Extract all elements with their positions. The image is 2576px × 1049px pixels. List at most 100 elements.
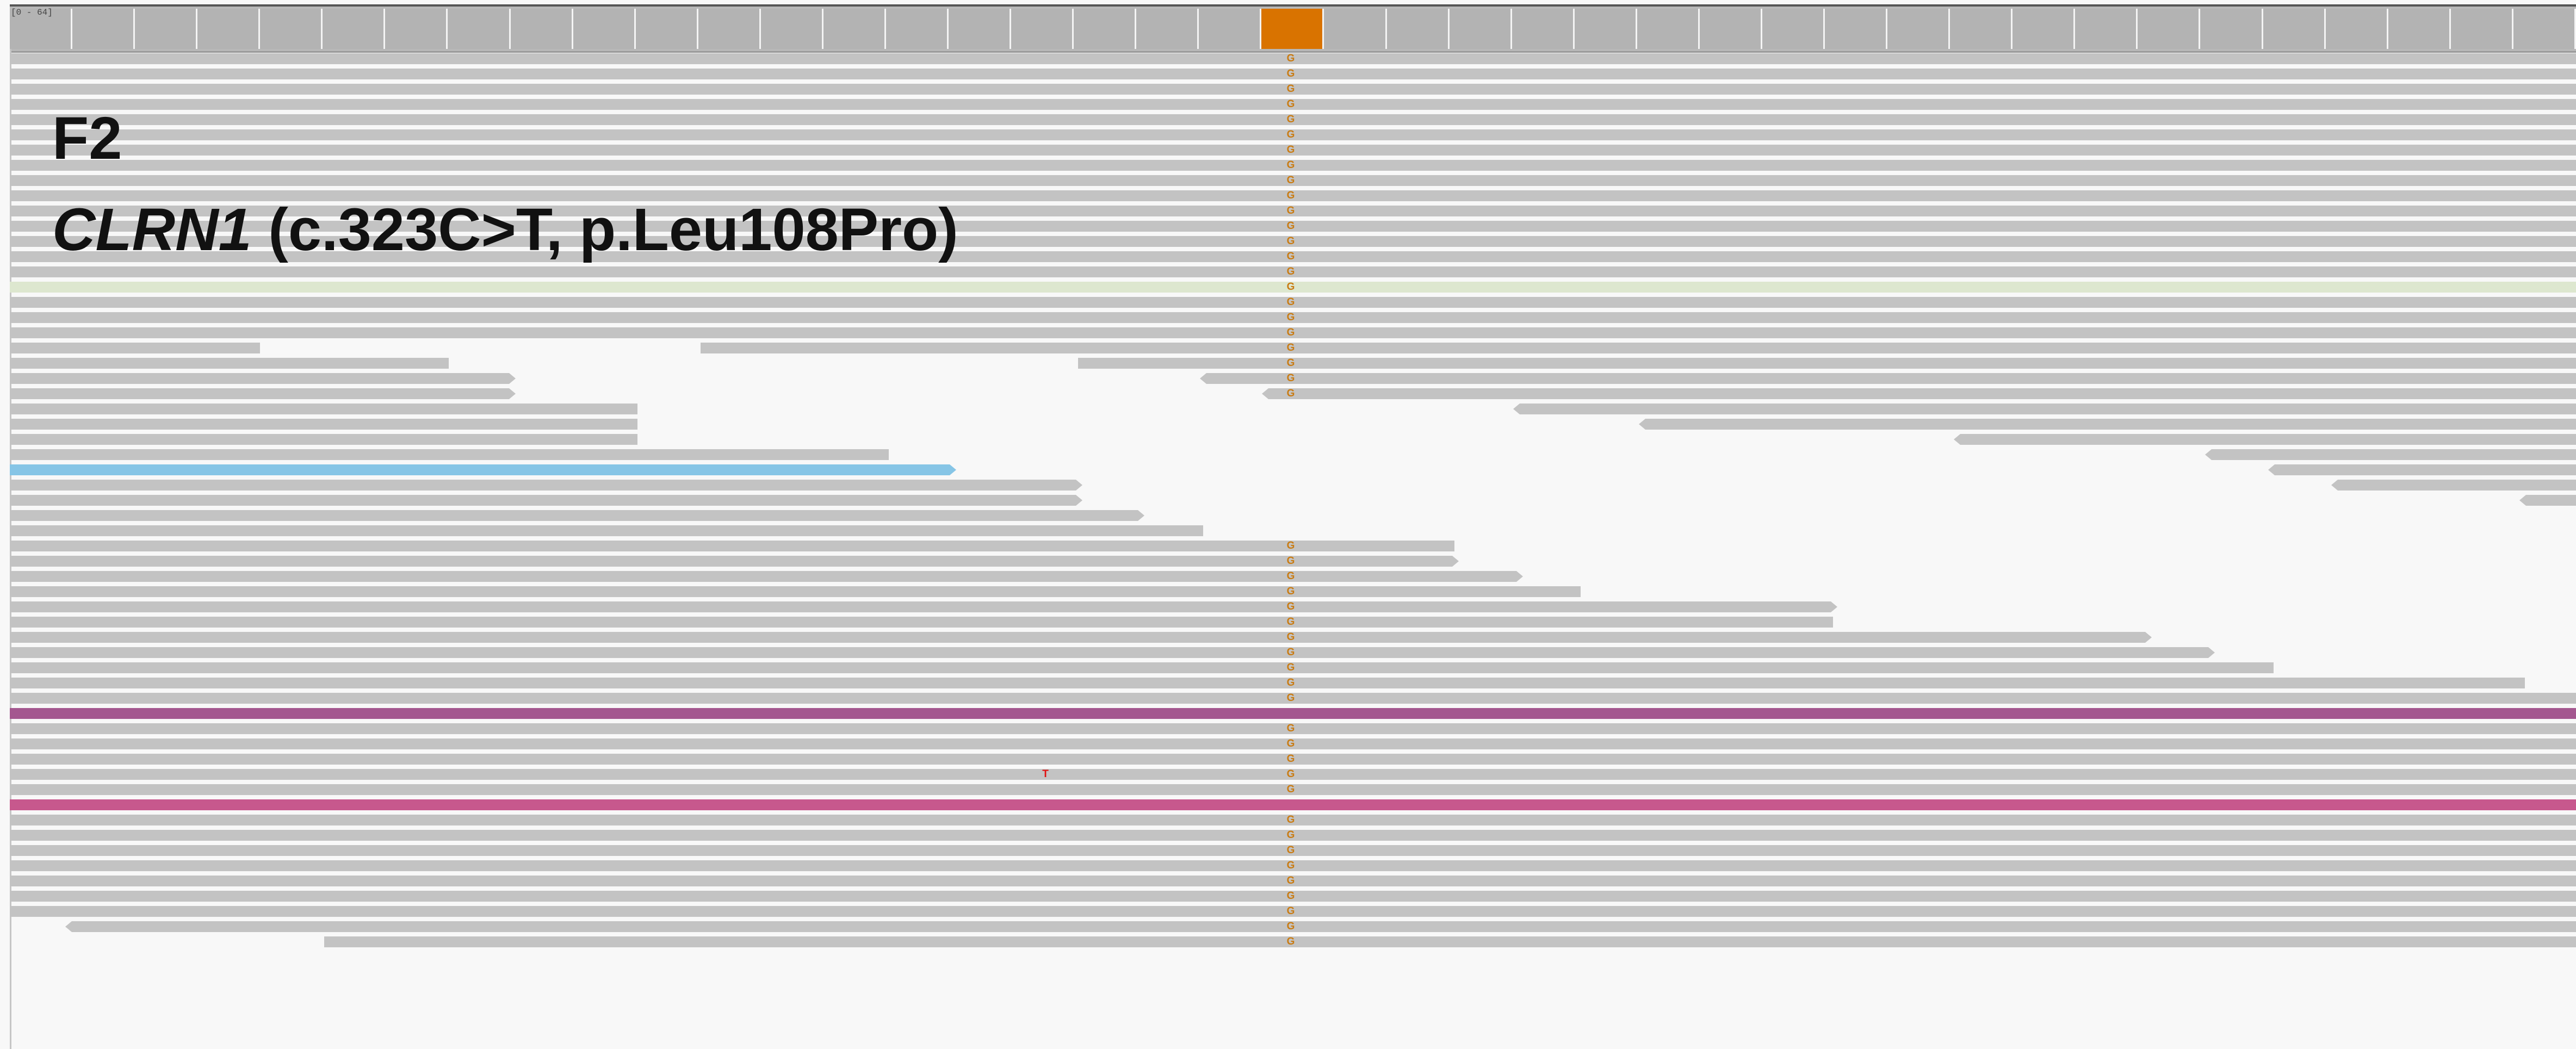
coverage-bin[interactable]: [2138, 9, 2200, 49]
read[interactable]: [10, 434, 637, 445]
coverage-bin[interactable]: [72, 9, 135, 49]
variant-base: G: [1286, 388, 1295, 399]
variant-base: G: [1286, 53, 1295, 64]
coverage-bin[interactable]: [1512, 9, 1575, 49]
read[interactable]: [10, 617, 1833, 628]
variant-base: G: [1286, 175, 1295, 186]
variant-base: G: [1286, 936, 1295, 947]
coverage-bin[interactable]: [1074, 9, 1136, 49]
read[interactable]: [1078, 358, 2576, 369]
coverage-bin[interactable]: [2388, 9, 2451, 49]
read[interactable]: [10, 525, 1203, 536]
read[interactable]: [1639, 419, 2576, 430]
variant-base: G: [1286, 159, 1295, 171]
coverage-bin[interactable]: [2075, 9, 2138, 49]
coverage-bin[interactable]: [1011, 9, 1074, 49]
variant-base: G: [1286, 190, 1295, 201]
variant-base: G: [1286, 342, 1295, 353]
variant-base: G: [1286, 601, 1295, 612]
coverage-bin[interactable]: [1762, 9, 1825, 49]
read[interactable]: [10, 601, 1837, 612]
coverage-bin[interactable]: [2326, 9, 2388, 49]
coverage-bin[interactable]: [2513, 9, 2576, 49]
variant-base: G: [1286, 677, 1295, 688]
variant-base: G: [1286, 235, 1295, 247]
variant-base: G: [1286, 814, 1295, 825]
coverage-bin[interactable]: [823, 9, 886, 49]
coverage-bin[interactable]: [1136, 9, 1199, 49]
coverage-bin[interactable]: [511, 9, 573, 49]
coverage-bin[interactable]: [2451, 9, 2513, 49]
mismatch-base: T: [1042, 768, 1049, 780]
coverage-bin[interactable]: [260, 9, 323, 49]
read[interactable]: [1200, 373, 2576, 384]
coverage-bin[interactable]: [886, 9, 949, 49]
coverage-bin[interactable]: [1887, 9, 1950, 49]
read[interactable]: [10, 495, 1082, 506]
read[interactable]: [10, 358, 449, 369]
variant-base: G: [1286, 570, 1295, 582]
coverage-bin[interactable]: [1825, 9, 1887, 49]
variant-base: G: [1286, 631, 1295, 643]
read[interactable]: [10, 586, 1581, 597]
coverage-bin-variant[interactable]: [1261, 9, 1324, 49]
read[interactable]: [10, 343, 260, 353]
coverage-bin[interactable]: [385, 9, 448, 49]
read[interactable]: [10, 632, 2152, 643]
coverage-bin[interactable]: [1575, 9, 1637, 49]
read-pink[interactable]: [10, 799, 2576, 810]
read[interactable]: [701, 343, 2576, 353]
coverage-bin[interactable]: [2263, 9, 2326, 49]
coverage-bin[interactable]: [1324, 9, 1387, 49]
read[interactable]: [2331, 480, 2576, 491]
coverage-bin[interactable]: [135, 9, 197, 49]
read[interactable]: [65, 921, 2576, 932]
coverage-bin[interactable]: [1950, 9, 2013, 49]
read[interactable]: [10, 449, 889, 460]
variant-base: G: [1286, 738, 1295, 749]
coverage-bin[interactable]: [573, 9, 636, 49]
read[interactable]: [10, 662, 2274, 673]
variant-base: G: [1286, 555, 1295, 567]
read[interactable]: [1513, 404, 2576, 414]
coverage-bin[interactable]: [1700, 9, 1762, 49]
read-blue[interactable]: [10, 464, 956, 475]
read[interactable]: [10, 419, 637, 430]
read[interactable]: [10, 541, 1454, 551]
variant-base: G: [1286, 327, 1295, 338]
read[interactable]: [2519, 495, 2576, 506]
read[interactable]: [2268, 464, 2576, 475]
read[interactable]: [10, 373, 516, 384]
coverage-bin[interactable]: [2201, 9, 2263, 49]
coverage-bin[interactable]: [949, 9, 1011, 49]
coverage-bin[interactable]: [448, 9, 511, 49]
coverage-bin[interactable]: [323, 9, 385, 49]
coverage-bin[interactable]: [1387, 9, 1450, 49]
variant-base: G: [1286, 647, 1295, 658]
read[interactable]: [10, 647, 2215, 658]
read[interactable]: [10, 678, 2525, 688]
coverage-bin[interactable]: [2013, 9, 2075, 49]
read[interactable]: [324, 936, 2576, 947]
read[interactable]: [10, 388, 516, 399]
coverage-track[interactable]: [10, 4, 2576, 53]
coverage-bin[interactable]: [1199, 9, 1261, 49]
read-purple[interactable]: [10, 708, 2576, 719]
coverage-bin[interactable]: [698, 9, 761, 49]
read[interactable]: [10, 404, 637, 414]
variant-base: G: [1286, 357, 1295, 369]
read[interactable]: [2205, 449, 2576, 460]
variant-base: G: [1286, 616, 1295, 628]
read[interactable]: [10, 556, 1459, 567]
coverage-bin[interactable]: [636, 9, 698, 49]
coverage-bin[interactable]: [1637, 9, 1700, 49]
read[interactable]: [10, 480, 1082, 491]
coverage-bin[interactable]: [761, 9, 823, 49]
read[interactable]: [1954, 434, 2576, 445]
read[interactable]: [10, 510, 1144, 521]
variant-base: G: [1286, 98, 1295, 110]
variant-base: G: [1286, 723, 1295, 734]
read[interactable]: [1262, 388, 2576, 399]
coverage-bin[interactable]: [197, 9, 260, 49]
coverage-bin[interactable]: [1450, 9, 1512, 49]
